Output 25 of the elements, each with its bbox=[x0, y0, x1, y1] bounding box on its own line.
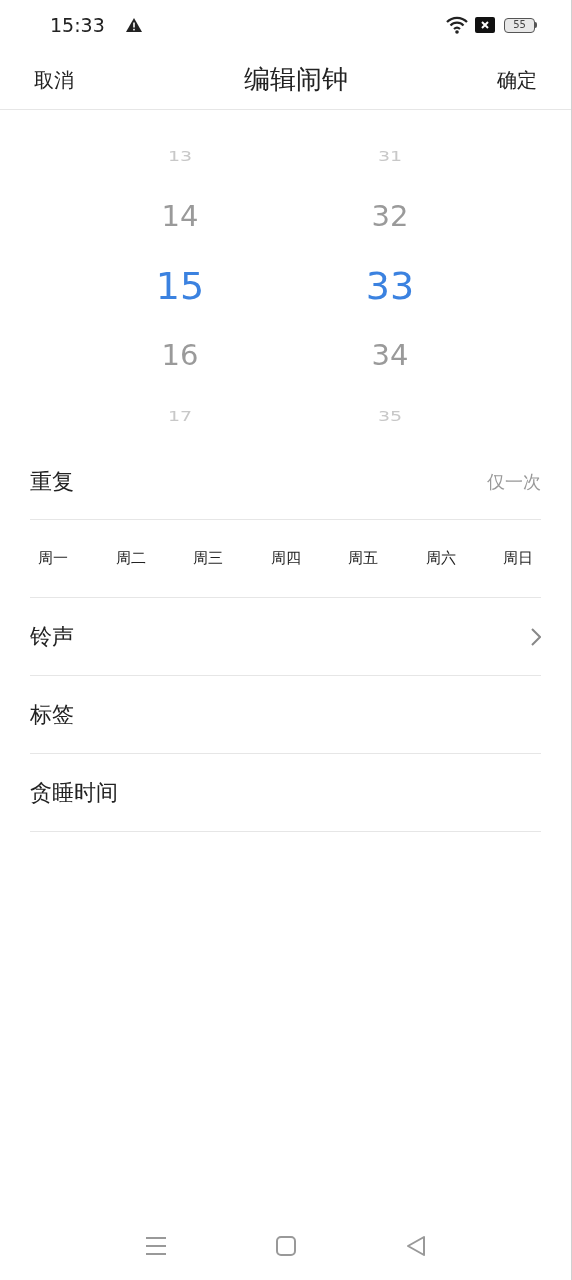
confirm-button[interactable]: 确定 bbox=[497, 64, 537, 95]
sim-error-icon bbox=[475, 17, 495, 33]
weekday-toggle[interactable]: 周五 bbox=[340, 535, 386, 582]
back-icon[interactable] bbox=[404, 1235, 427, 1257]
setting-label[interactable]: 贪睡时间 bbox=[30, 776, 118, 809]
page-title: 编辑闹钟 bbox=[242, 63, 348, 96]
weekday-toggle[interactable]: 周三 bbox=[185, 535, 231, 582]
weekday-toggle[interactable]: 周四 bbox=[262, 535, 309, 582]
chevron-right-icon[interactable] bbox=[531, 627, 541, 646]
warning-icon bbox=[124, 17, 143, 33]
wifi-icon bbox=[445, 16, 469, 34]
battery-icon: 55 bbox=[504, 17, 537, 33]
picker-number[interactable]: 33 bbox=[365, 251, 415, 321]
setting-label[interactable]: 铃声 bbox=[30, 620, 74, 653]
cancel-button[interactable]: 取消 bbox=[34, 64, 74, 95]
weekday-toggle[interactable]: 周一 bbox=[30, 535, 76, 582]
menu-icon[interactable] bbox=[144, 1236, 167, 1256]
repeat-label: 重复 bbox=[30, 468, 74, 496]
setting-label[interactable]: 标签 bbox=[30, 698, 74, 731]
weekday-toggle[interactable]: 周六 bbox=[417, 535, 464, 582]
weekday-toggle[interactable]: 周二 bbox=[107, 535, 154, 582]
picker-number[interactable]: 15 bbox=[155, 251, 205, 321]
weekday-toggle[interactable]: 周日 bbox=[495, 535, 541, 582]
status-time: 15:33 bbox=[50, 12, 105, 38]
home-icon[interactable] bbox=[274, 1235, 297, 1257]
